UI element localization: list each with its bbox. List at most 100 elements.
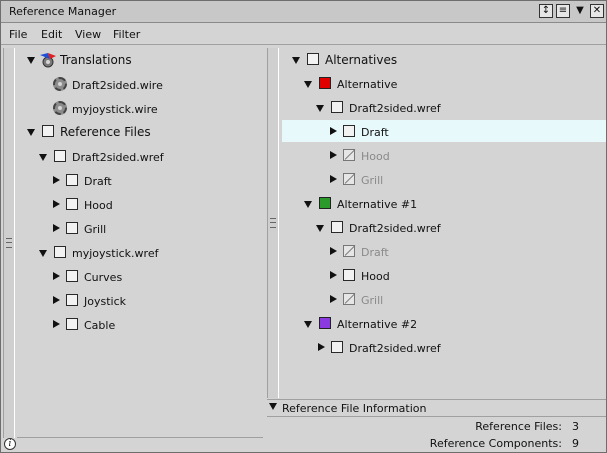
tree-item-component-selected[interactable]: Draft (282, 120, 606, 142)
menu-view[interactable]: View (75, 28, 101, 41)
tree-item-component[interactable]: Hood (282, 145, 606, 167)
expand-icon[interactable] (330, 247, 337, 255)
expand-icon[interactable] (53, 320, 60, 328)
tree-label: myjoystick.wref (72, 247, 159, 260)
tree-label: Draft2sided.wire (72, 79, 163, 92)
list-icon[interactable]: ≡ (556, 4, 570, 18)
expand-icon[interactable] (330, 295, 337, 303)
checkbox[interactable] (331, 341, 343, 353)
splitter-grip-icon (6, 238, 12, 248)
expand-icon[interactable] (53, 176, 60, 184)
color-swatch[interactable] (319, 197, 331, 209)
collapse-icon[interactable] (269, 403, 277, 410)
menu-file[interactable]: File (9, 28, 27, 41)
expand-icon[interactable] (330, 127, 337, 135)
expand-icon[interactable] (330, 151, 337, 159)
tree-item-component[interactable]: Grill (282, 169, 606, 191)
collapse-icon[interactable] (39, 154, 47, 161)
expand-icon[interactable] (318, 343, 325, 351)
tree-item-wref-file[interactable]: myjoystick.wref (17, 242, 263, 264)
reference-manager-window: Reference Manager ↕ ≡ ▼ ✕ File Edit View… (0, 0, 607, 453)
menu-filter[interactable]: Filter (113, 28, 140, 41)
tree-label: Curves (84, 271, 123, 284)
checkbox-disabled[interactable] (343, 245, 355, 257)
middle-splitter[interactable] (267, 48, 279, 398)
tree-label: Translations (60, 53, 132, 67)
tree-label: Alternative #1 (337, 198, 418, 211)
checkbox-disabled[interactable] (343, 173, 355, 185)
checkbox[interactable] (307, 53, 319, 65)
tree-item-component[interactable]: Grill (17, 218, 263, 240)
tree-item-wref-file[interactable]: Draft2sided.wref (17, 146, 263, 168)
collapse-icon[interactable] (316, 225, 324, 232)
tree-label: Alternatives (325, 53, 398, 67)
collapse-icon[interactable] (304, 321, 312, 328)
tree-item-translations[interactable]: Translations (17, 49, 263, 71)
collapse-icon[interactable] (39, 250, 47, 257)
tree-item-wref-file[interactable]: Draft2sided.wref (282, 337, 606, 359)
expand-icon[interactable] (53, 224, 60, 232)
tree-item-alternative[interactable]: Alternative (282, 73, 606, 95)
tree-label: Joystick (84, 295, 127, 308)
checkbox[interactable] (54, 150, 66, 162)
expand-icon[interactable] (53, 200, 60, 208)
checkbox[interactable] (42, 125, 54, 137)
checkbox[interactable] (66, 174, 78, 186)
checkbox[interactable] (331, 101, 343, 113)
tree-item-component[interactable]: Hood (282, 265, 606, 287)
tree-item-component[interactable]: Grill (282, 289, 606, 311)
collapse-icon[interactable] (304, 81, 312, 88)
chevron-down-icon[interactable]: ▼ (573, 4, 587, 18)
tree-item-component[interactable]: Cable (17, 314, 263, 336)
tree-item-wire-file[interactable]: myjoystick.wire (17, 98, 263, 120)
gear-icon (53, 77, 67, 91)
color-swatch[interactable] (319, 77, 331, 89)
close-icon[interactable]: ✕ (590, 4, 604, 18)
title-bar[interactable]: Reference Manager ↕ ≡ ▼ ✕ (1, 1, 606, 23)
checkbox[interactable] (66, 222, 78, 234)
expand-icon[interactable] (330, 271, 337, 279)
collapse-icon[interactable] (27, 129, 35, 136)
tree-item-wref-file[interactable]: Draft2sided.wref (282, 97, 606, 119)
tree-label: Draft2sided.wref (349, 102, 441, 115)
splitter-grip-icon (270, 218, 276, 228)
color-swatch[interactable] (319, 317, 331, 329)
expand-icon[interactable] (330, 175, 337, 183)
checkbox[interactable] (66, 318, 78, 330)
collapse-icon[interactable] (316, 105, 324, 112)
checkbox[interactable] (331, 221, 343, 233)
tree-item-wire-file[interactable]: Draft2sided.wire (17, 74, 263, 96)
expand-icon[interactable]: ↕ (539, 4, 553, 18)
tree-label: Hood (361, 270, 390, 283)
collapse-icon[interactable] (304, 201, 312, 208)
checkbox[interactable] (66, 198, 78, 210)
checkbox[interactable] (66, 270, 78, 282)
checkbox[interactable] (343, 125, 355, 137)
checkbox-disabled[interactable] (343, 293, 355, 305)
expand-icon[interactable] (53, 296, 60, 304)
info-icon[interactable]: i (4, 438, 16, 450)
reference-tree-pane: Translations Draft2sided.wire myjoystick… (17, 47, 263, 437)
expand-icon[interactable] (53, 272, 60, 280)
tree-item-component[interactable]: Hood (17, 194, 263, 216)
collapse-icon[interactable] (27, 57, 35, 64)
divider (17, 437, 263, 438)
reference-file-info-header[interactable]: Reference File Information (267, 399, 606, 417)
left-splitter[interactable] (3, 48, 15, 438)
checkbox[interactable] (54, 246, 66, 258)
checkbox[interactable] (66, 294, 78, 306)
collapse-icon[interactable] (292, 57, 300, 64)
checkbox-disabled[interactable] (343, 149, 355, 161)
tree-item-reference-files[interactable]: Reference Files (17, 121, 263, 143)
menu-edit[interactable]: Edit (41, 28, 62, 41)
ref-files-value: 3 (572, 420, 579, 433)
tree-item-alternatives[interactable]: Alternatives (282, 49, 606, 71)
tree-item-alternative[interactable]: Alternative #2 (282, 313, 606, 335)
tree-item-component[interactable]: Curves (17, 266, 263, 288)
tree-item-component[interactable]: Draft (17, 170, 263, 192)
tree-item-component[interactable]: Joystick (17, 290, 263, 312)
checkbox[interactable] (343, 269, 355, 281)
tree-item-wref-file[interactable]: Draft2sided.wref (282, 217, 606, 239)
tree-item-alternative[interactable]: Alternative #1 (282, 193, 606, 215)
tree-item-component[interactable]: Draft (282, 241, 606, 263)
